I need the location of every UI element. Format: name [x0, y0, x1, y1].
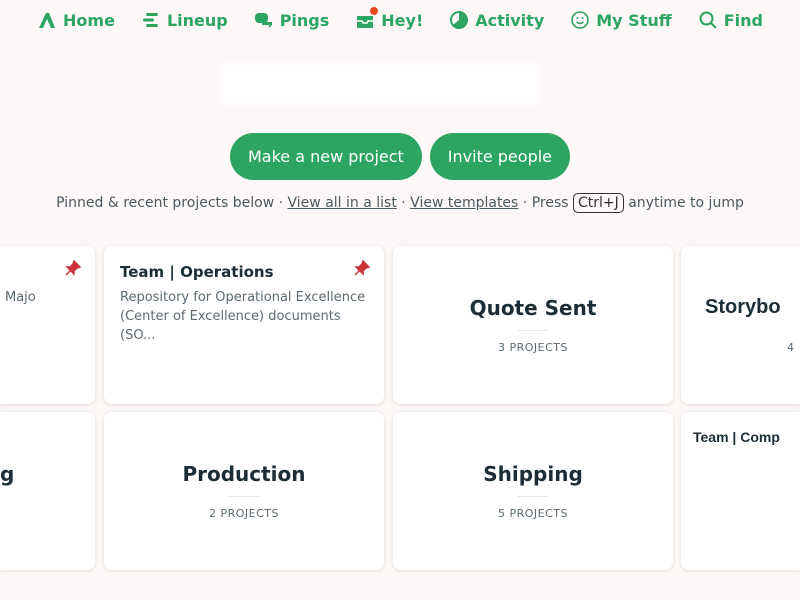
nav-label: Home: [63, 11, 115, 30]
project-count: 4: [787, 341, 800, 354]
project-description: Repository for Operational Excellence (C…: [120, 288, 370, 345]
projects-hint: Pinned & recent projects below · View al…: [0, 195, 800, 211]
project-count: 5 PROJECTS: [393, 507, 673, 520]
pin-icon[interactable]: [354, 260, 370, 276]
my-stuff-icon: [570, 10, 590, 30]
pings-icon: [254, 10, 274, 30]
pin-icon[interactable]: [65, 260, 81, 276]
project-card[interactable]: Team | Operations Repository for Operati…: [104, 246, 384, 404]
invite-people-button[interactable]: Invite people: [430, 133, 570, 180]
nav-lineup[interactable]: Lineup: [141, 10, 228, 30]
nav-label: Find: [724, 11, 763, 30]
search-icon: [698, 10, 718, 30]
lineup-icon: [141, 10, 161, 30]
project-title: Team | Comp: [693, 429, 780, 445]
hint-text: · Press: [518, 195, 573, 211]
nav-activity[interactable]: Activity: [449, 10, 544, 30]
project-group-card[interactable]: g: [0, 412, 95, 570]
project-group-card[interactable]: Quote Sent 3 PROJECTS: [393, 246, 673, 404]
action-buttons: Make a new project Invite people: [0, 133, 800, 180]
account-logo-placeholder: [220, 62, 540, 106]
project-title: Team | Operations: [120, 263, 274, 281]
top-nav: Home Lineup Pings Hey! Activity My Stuff…: [0, 10, 800, 30]
project-card[interactable]: Team | Comp: [681, 412, 800, 570]
project-card[interactable]: Majo: [0, 246, 95, 404]
group-title: Quote Sent: [393, 296, 673, 320]
nav-label: Pings: [280, 11, 330, 30]
keyboard-shortcut: Ctrl+J: [573, 193, 624, 213]
notification-dot: [370, 7, 378, 15]
group-title: Production: [104, 462, 384, 486]
nav-my-stuff[interactable]: My Stuff: [570, 10, 671, 30]
project-group-card[interactable]: Production 2 PROJECTS: [104, 412, 384, 570]
hint-text: anytime to jump: [624, 195, 744, 211]
group-title: Shipping: [393, 462, 673, 486]
project-count: 3 PROJECTS: [393, 341, 673, 354]
nav-label: Lineup: [167, 11, 228, 30]
group-title: Storybo: [705, 296, 800, 319]
hint-text: ·: [397, 195, 410, 211]
nav-label: Hey!: [381, 11, 423, 30]
nav-label: My Stuff: [596, 11, 671, 30]
activity-icon: [449, 10, 469, 30]
divider: [518, 330, 548, 331]
project-count: 2 PROJECTS: [104, 507, 384, 520]
nav-home[interactable]: Home: [37, 10, 115, 30]
project-group-card[interactable]: Storybo 4: [681, 246, 800, 404]
make-new-project-button[interactable]: Make a new project: [230, 133, 422, 180]
nav-find[interactable]: Find: [698, 10, 763, 30]
view-templates-link[interactable]: View templates: [410, 195, 518, 211]
group-title: g: [0, 462, 95, 486]
divider: [518, 496, 548, 497]
project-description: Majo: [5, 288, 81, 307]
nav-label: Activity: [475, 11, 544, 30]
nav-pings[interactable]: Pings: [254, 10, 330, 30]
home-icon: [37, 10, 57, 30]
divider: [229, 496, 259, 497]
nav-hey[interactable]: Hey!: [355, 10, 423, 30]
project-group-card[interactable]: Shipping 5 PROJECTS: [393, 412, 673, 570]
hint-text: Pinned & recent projects below ·: [56, 195, 287, 211]
view-all-list-link[interactable]: View all in a list: [288, 195, 397, 211]
